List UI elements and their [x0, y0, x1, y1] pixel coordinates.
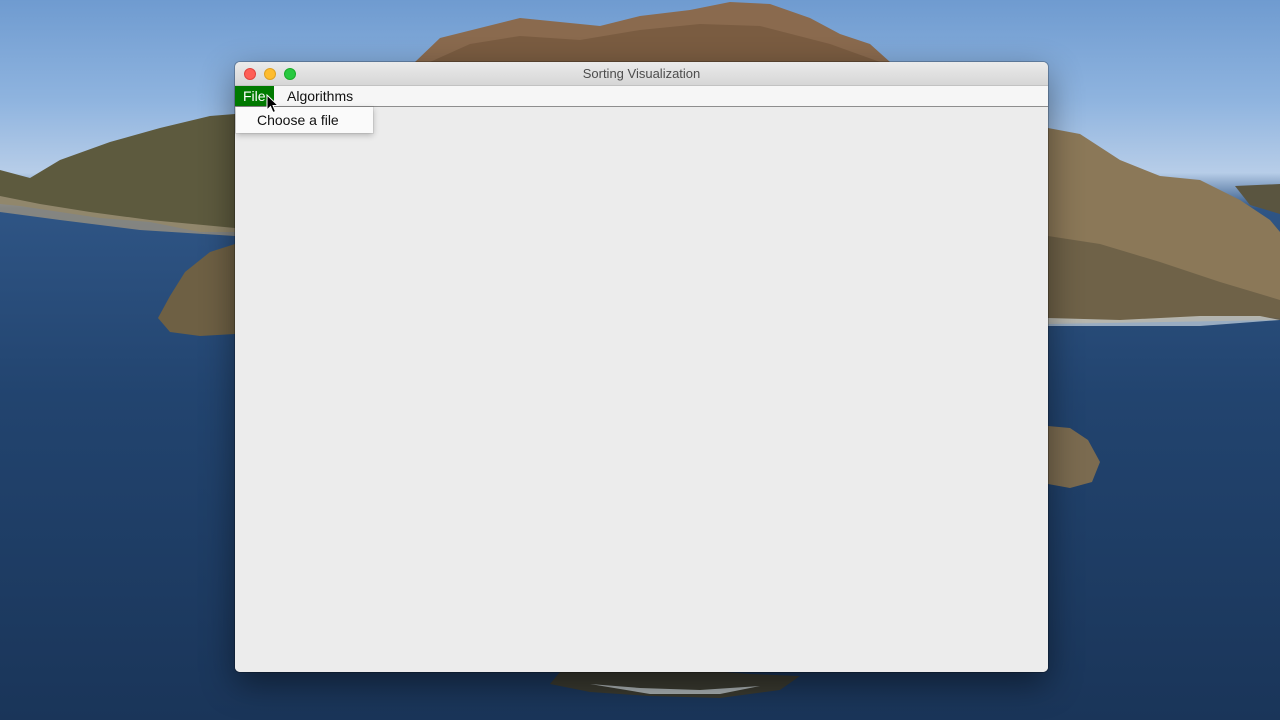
window-title: Sorting Visualization	[582, 66, 701, 81]
arrow-cursor-icon	[266, 94, 280, 114]
visualization-canvas	[235, 107, 1048, 672]
file-menu-dropdown: Choose a file	[236, 107, 373, 133]
menu-algorithms[interactable]: Algorithms	[279, 86, 361, 106]
app-window: Sorting Visualization File Algorithms Ch…	[235, 62, 1048, 672]
menu-item-choose-file[interactable]: Choose a file	[236, 107, 373, 133]
title-bar[interactable]: Sorting Visualization	[235, 62, 1048, 86]
menu-bar: File Algorithms	[235, 86, 1048, 107]
